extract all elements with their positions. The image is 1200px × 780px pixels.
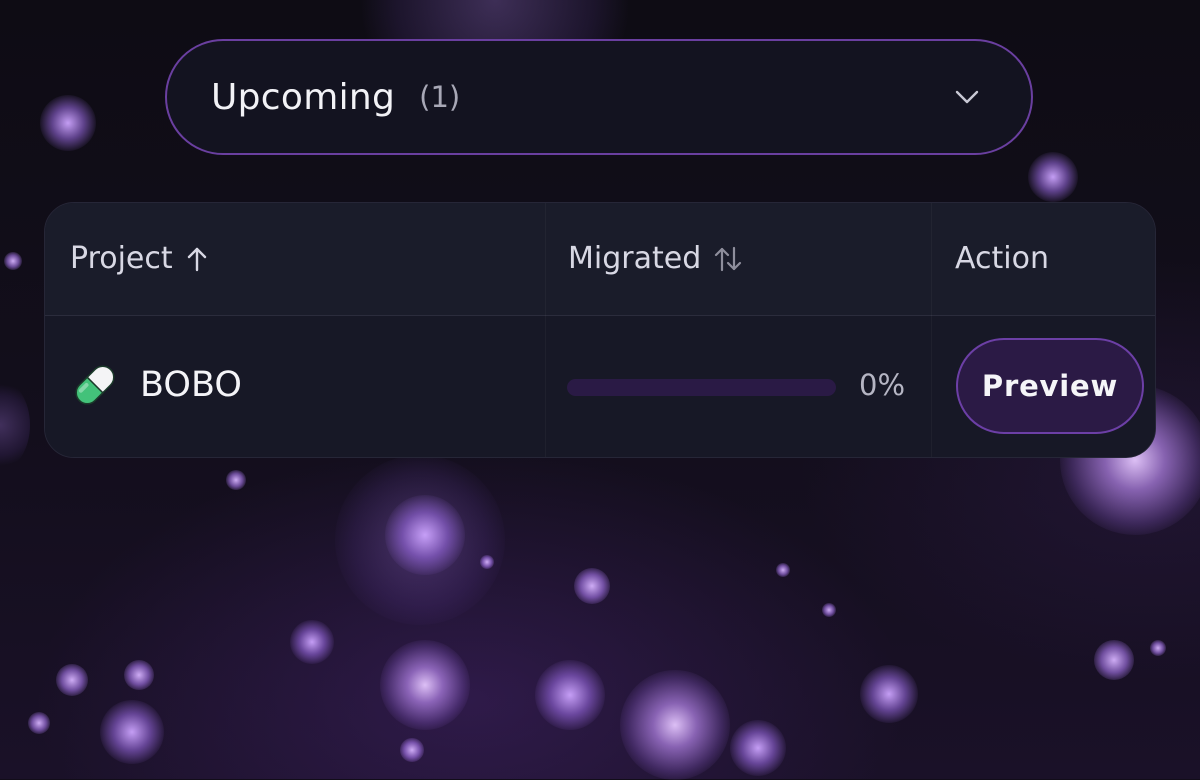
column-header-action: Action	[955, 241, 1049, 276]
column-divider	[931, 203, 932, 457]
project-cell[interactable]: BOBO	[70, 360, 242, 410]
column-divider	[545, 203, 546, 457]
migration-progress-bar	[567, 379, 836, 396]
sort-icon	[715, 246, 742, 271]
column-header-migrated[interactable]: Migrated	[568, 241, 743, 276]
status-dropdown[interactable]: Upcoming (1)	[165, 39, 1033, 155]
column-header-migrated-label: Migrated	[568, 241, 702, 276]
dropdown-count: (1)	[419, 80, 461, 114]
column-header-project[interactable]: Project	[70, 241, 209, 276]
project-name: BOBO	[140, 365, 242, 405]
pill-icon	[75, 365, 115, 405]
migration-percent: 0%	[859, 368, 906, 402]
projects-table: Project Migrated Action BOBO 0% Preview	[44, 202, 1156, 458]
column-header-project-label: Project	[70, 241, 173, 276]
dropdown-label: Upcoming	[211, 76, 396, 118]
chevron-down-icon[interactable]	[953, 83, 981, 111]
preview-button[interactable]: Preview	[956, 338, 1144, 434]
column-header-action-label: Action	[955, 241, 1049, 276]
arrow-up-icon	[187, 247, 206, 271]
